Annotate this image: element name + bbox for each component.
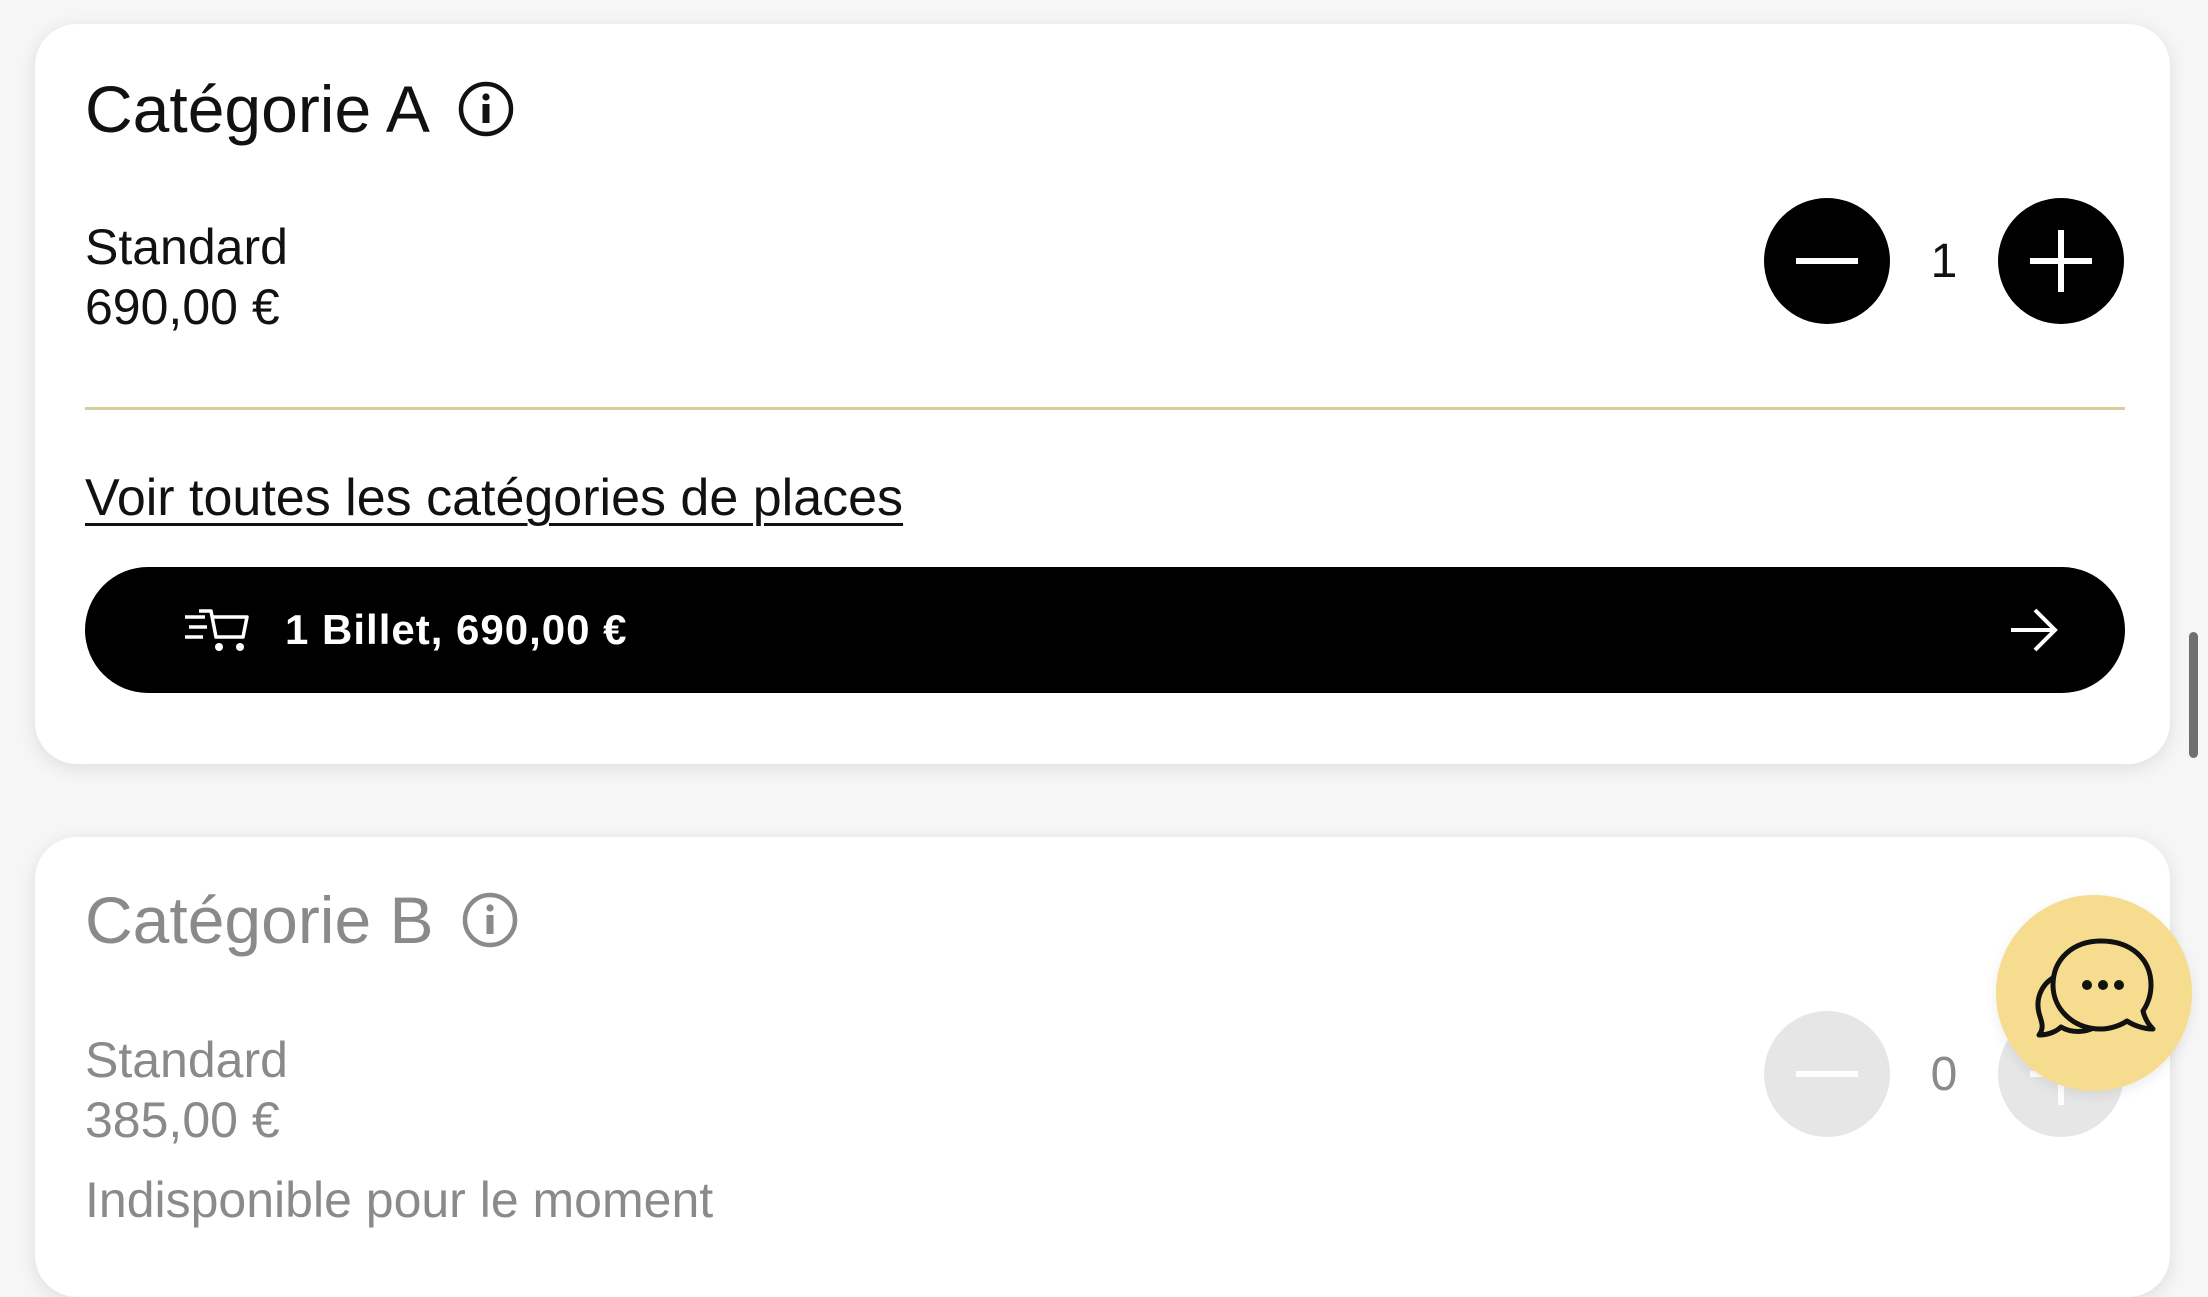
divider xyxy=(85,407,2125,410)
ticket-name: Standard xyxy=(85,219,288,275)
chat-button[interactable] xyxy=(1996,895,2192,1091)
increase-quantity-button[interactable] xyxy=(1998,198,2124,324)
plus-icon xyxy=(2030,230,2092,292)
category-title: Catégorie B xyxy=(85,883,434,957)
arrow-right-icon xyxy=(2009,607,2059,653)
fast-cart-icon xyxy=(185,607,249,653)
cart-button-label: 1 Billet, 690,00 € xyxy=(285,606,628,653)
quantity-value: 0 xyxy=(1930,1048,1958,1101)
category-title-row: Catégorie A xyxy=(85,76,514,142)
category-card-b: Catégorie B Standard 385,00 € Indisponib… xyxy=(35,837,2170,1297)
scrollbar[interactable] xyxy=(2189,632,2198,758)
category-card-a: Catégorie A Standard 690,00 € 1 Voir tou… xyxy=(35,24,2170,764)
quantity-value: 1 xyxy=(1930,235,1958,288)
minus-icon xyxy=(1796,1071,1858,1077)
ticket-price: 690,00 € xyxy=(85,279,280,335)
chat-bubbles-icon xyxy=(2035,938,2156,1038)
ticket-price: 385,00 € xyxy=(85,1092,280,1148)
cart-summary-button[interactable]: 1 Billet, 690,00 € xyxy=(85,567,2125,693)
category-title: Catégorie A xyxy=(85,72,430,146)
availability-status: Indisponible pour le moment xyxy=(85,1172,714,1228)
minus-icon xyxy=(1796,258,1858,264)
info-icon[interactable] xyxy=(462,892,518,948)
ticket-name: Standard xyxy=(85,1032,288,1088)
category-title-row: Catégorie B xyxy=(85,887,518,953)
see-all-categories-link[interactable]: Voir toutes les catégories de places xyxy=(85,472,903,524)
decrease-quantity-button[interactable] xyxy=(1764,1011,1890,1137)
info-icon[interactable] xyxy=(458,81,514,137)
decrease-quantity-button[interactable] xyxy=(1764,198,1890,324)
